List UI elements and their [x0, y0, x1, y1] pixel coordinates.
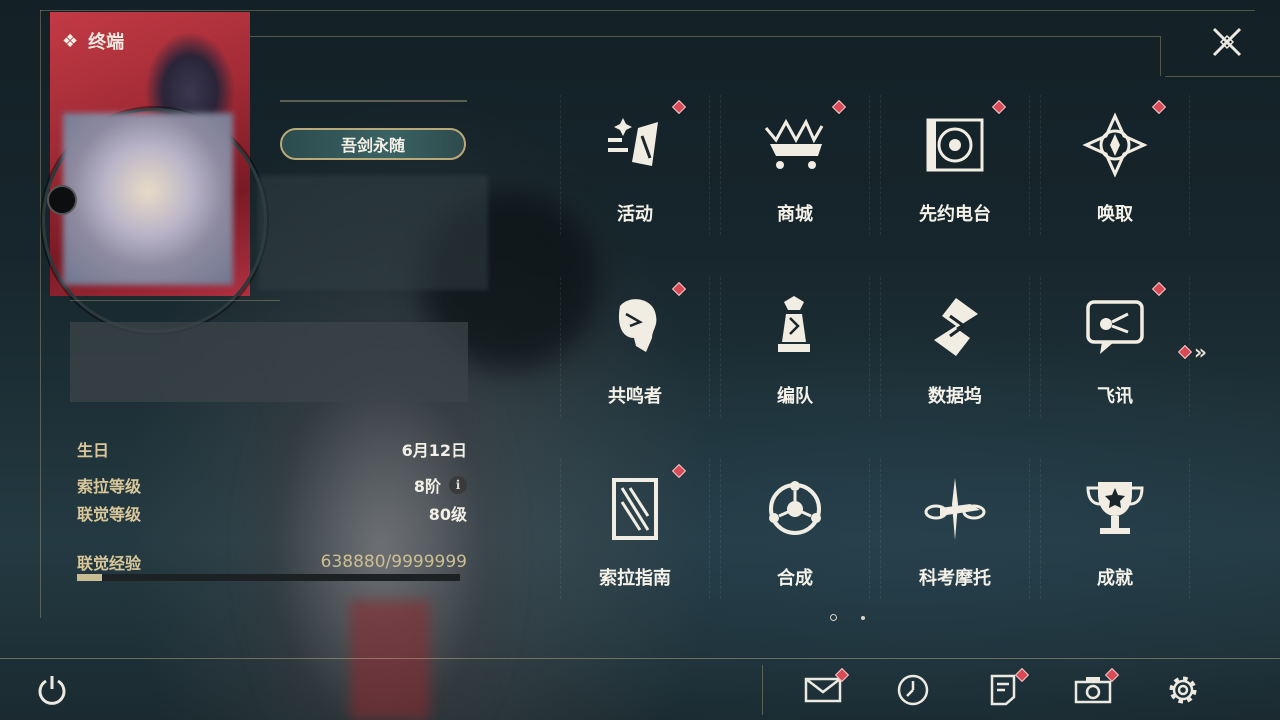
name-underline — [280, 100, 467, 102]
menu-item-frame — [720, 459, 870, 599]
menu-item-trophy[interactable]: 成就 — [1040, 459, 1190, 614]
menu-item-guide-book[interactable]: 索拉指南 — [560, 459, 710, 614]
info-key: 生日 — [77, 441, 110, 460]
info-value: 6月12日 — [401, 441, 467, 460]
menu-item-resonator-head[interactable]: 共鸣者 — [560, 277, 710, 432]
menu-item-frame — [720, 277, 870, 417]
profile-divider — [70, 300, 280, 301]
menu-item-frame — [1040, 277, 1190, 417]
menu-item-message-bubble[interactable]: 飞讯 — [1040, 277, 1190, 432]
mail-icon — [804, 677, 842, 703]
notes-icon — [990, 674, 1016, 706]
clock-button[interactable] — [893, 670, 933, 710]
avatar[interactable] — [63, 113, 233, 285]
frame-corner — [1160, 36, 1161, 76]
menu-item-radio[interactable]: 先约电台 — [880, 95, 1030, 250]
notes-button[interactable] — [983, 667, 1030, 710]
close-button[interactable] — [1207, 22, 1247, 62]
mail-button[interactable] — [803, 667, 850, 710]
next-page-button[interactable]: » — [1177, 340, 1207, 364]
info-icon[interactable]: i — [449, 476, 467, 494]
menu-item-synthesis[interactable]: 合成 — [720, 459, 870, 614]
info-value: 80级 — [428, 505, 467, 524]
menu-item-frame — [880, 95, 1030, 235]
exp-progress-fill — [77, 574, 102, 581]
menu-item-summon-compass[interactable]: 唤取 — [1040, 95, 1190, 250]
title-badge[interactable]: 吾剑永随 — [280, 128, 466, 160]
camera-icon — [1074, 677, 1112, 704]
settings-button[interactable] — [1163, 670, 1203, 710]
bottom-divider — [762, 665, 763, 715]
menu-item-frame — [1040, 459, 1190, 599]
camera-button[interactable] — [1073, 667, 1120, 710]
menu-item-motorcycle[interactable]: 科考摩托 — [880, 459, 1030, 614]
title-badge-label: 吾剑永随 — [340, 136, 405, 155]
menu-item-chess-team[interactable]: 编队 — [720, 277, 870, 432]
signature-box-blurred[interactable] — [70, 322, 468, 402]
menu-item-frame — [880, 459, 1030, 599]
menu-item-frame — [1040, 95, 1190, 235]
info-key: 索拉等级 — [77, 477, 142, 496]
close-icon — [1212, 27, 1242, 57]
frame-top-line — [40, 10, 1255, 11]
menu-item-shop-crown-cart[interactable]: 商城 — [720, 95, 870, 250]
clock-icon — [897, 674, 929, 706]
player-name-blurred — [258, 175, 488, 290]
menu-item-frame — [880, 277, 1030, 417]
terminal-header: ❖ 终端 — [62, 28, 124, 54]
page-title: 终端 — [88, 32, 125, 53]
frame-left-line — [40, 10, 41, 618]
menu-item-frame — [560, 459, 710, 599]
power-button[interactable] — [32, 670, 72, 710]
frame-inner-line — [250, 36, 1160, 37]
info-row-union-exp: 联觉经验 638880/9999999 — [77, 550, 467, 574]
power-icon — [38, 676, 66, 705]
menu-item-frame — [560, 95, 710, 235]
info-key: 联觉等级 — [77, 505, 142, 524]
terminal-diamond-icon: ❖ — [62, 30, 79, 52]
info-row-sol-rank: 索拉等级 8阶 i — [77, 473, 467, 497]
menu-item-activity[interactable]: 活动 — [560, 95, 710, 250]
menu-item-data-dock[interactable]: 数据坞 — [880, 277, 1030, 432]
info-value: 8阶 — [413, 477, 441, 496]
page-indicator-dot[interactable] — [861, 616, 865, 620]
avatar-edit-icon[interactable] — [47, 185, 77, 215]
notification-badge — [1177, 344, 1193, 360]
info-row-birthday: 生日 6月12日 — [77, 437, 467, 461]
menu-item-frame — [720, 95, 870, 235]
frame-right-line — [1165, 76, 1280, 77]
menu-item-frame — [560, 277, 710, 417]
exp-progress-bar — [77, 574, 460, 581]
info-key: 联觉经验 — [77, 554, 142, 573]
double-chevron-right-icon: » — [1194, 340, 1207, 364]
exp-value: 638880/9999999 — [320, 552, 467, 572]
settings-gear-icon — [1169, 676, 1197, 704]
page-indicator-dot-active[interactable] — [830, 614, 837, 621]
info-row-union-level: 联觉等级 80级 — [77, 501, 467, 525]
